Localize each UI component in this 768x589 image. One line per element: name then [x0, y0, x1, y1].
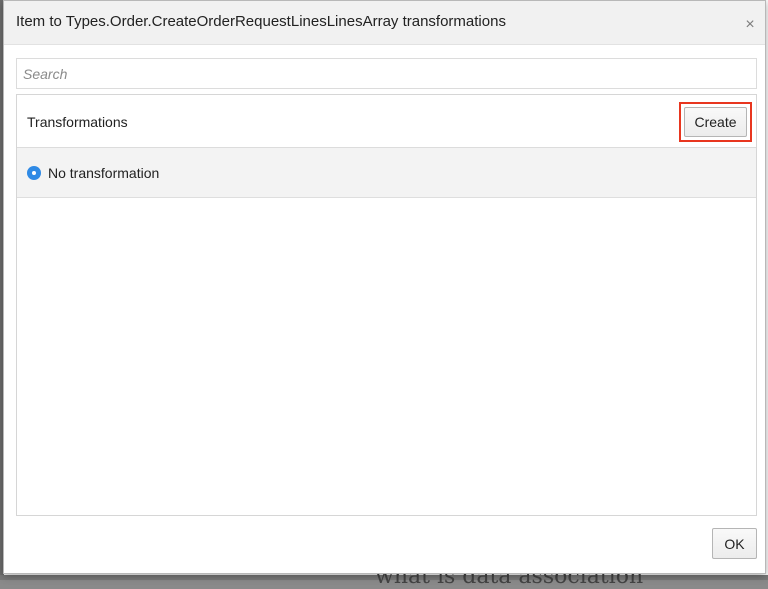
transformations-dialog: Item to Types.Order.CreateOrderRequestLi… — [3, 0, 766, 574]
dialog-title: Item to Types.Order.CreateOrderRequestLi… — [16, 13, 506, 30]
create-button[interactable]: Create — [684, 107, 747, 137]
search-box — [16, 58, 757, 89]
transformations-panel-header: Transformations Create — [17, 95, 756, 148]
transformation-option-label: No transformation — [48, 165, 160, 181]
ok-button[interactable]: OK — [712, 528, 757, 559]
radio-selected-icon[interactable] — [27, 166, 41, 180]
transformations-title: Transformations — [27, 114, 128, 130]
close-icon[interactable]: × — [743, 17, 757, 33]
create-button-highlight: Create — [679, 102, 752, 142]
dialog-header: Item to Types.Order.CreateOrderRequestLi… — [4, 1, 765, 45]
transformations-panel: Transformations Create No transformation — [16, 94, 757, 516]
search-input[interactable] — [17, 59, 756, 88]
transformation-option-no-transformation[interactable]: No transformation — [17, 148, 756, 198]
